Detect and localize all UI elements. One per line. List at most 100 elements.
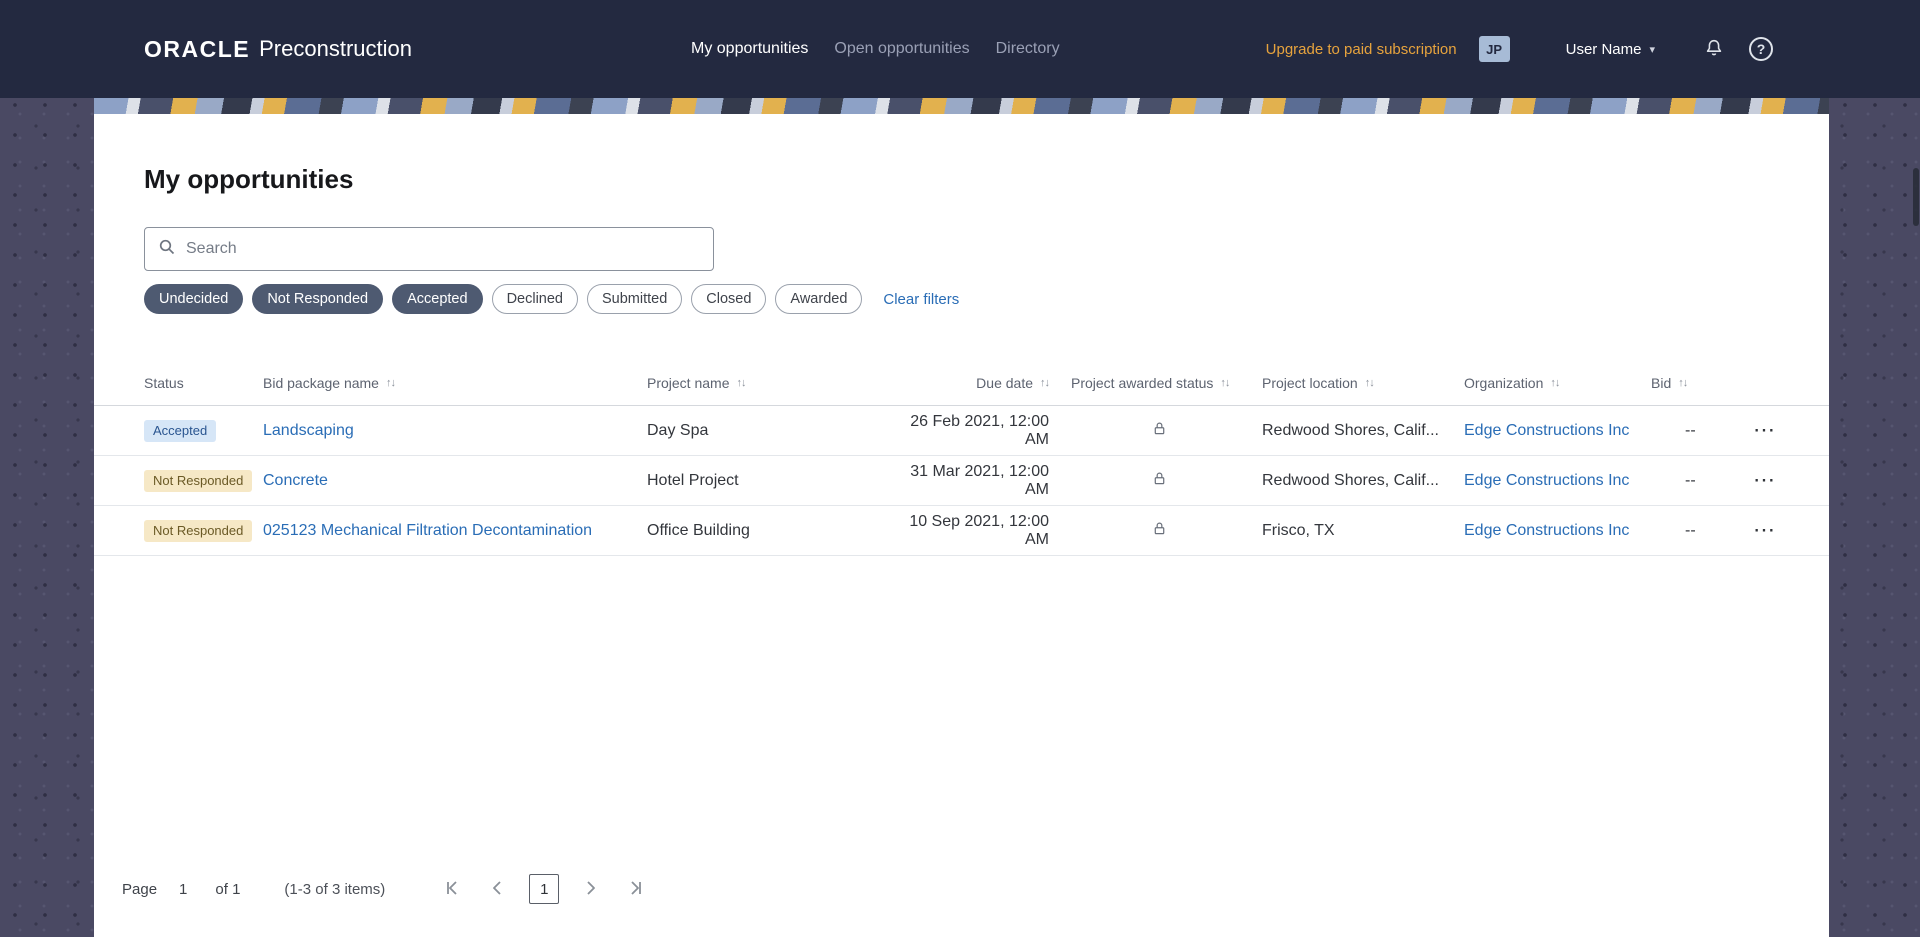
bid-cell: --	[1685, 421, 1696, 439]
row-actions-cell: ⋯	[1753, 419, 1829, 442]
project-awarded-status-cell	[1057, 421, 1262, 441]
bid-package-link[interactable]: Concrete	[263, 472, 328, 489]
lock-icon	[1152, 521, 1167, 541]
bid-cell: --	[1685, 521, 1696, 539]
page-of-label: of 1	[215, 880, 241, 898]
bid-package-link[interactable]: Landscaping	[263, 422, 354, 439]
project-name-cell: Day Spa	[647, 421, 709, 439]
notifications-button[interactable]	[1703, 37, 1725, 62]
lock-icon	[1152, 471, 1167, 491]
upgrade-subscription-link[interactable]: Upgrade to paid subscription	[1266, 41, 1457, 58]
content-card: My opportunities Undecided Not Responded…	[94, 98, 1829, 937]
last-page-button[interactable]	[627, 879, 645, 900]
avatar[interactable]: JP	[1478, 36, 1510, 62]
column-header-project-awarded-status[interactable]: Project awarded status ↑↓	[1057, 375, 1262, 391]
column-header-project-location[interactable]: Project location ↑↓	[1262, 375, 1464, 391]
clear-filters-link[interactable]: Clear filters	[883, 291, 959, 308]
project-name-cell: Office Building	[647, 521, 750, 539]
organization-cell: Edge Constructions Inc	[1464, 472, 1651, 490]
row-actions-cell: ⋯	[1753, 469, 1829, 492]
lock-icon	[1152, 421, 1167, 441]
status-cell: Not Responded	[144, 469, 263, 492]
filter-chip-undecided[interactable]: Undecided	[144, 284, 244, 314]
table-row: Not Responded Concrete Hotel Project 31 …	[94, 456, 1829, 506]
items-summary: (1-3 of 3 items)	[284, 880, 386, 898]
column-header-bid-package-name[interactable]: Bid package name ↑↓	[263, 375, 647, 391]
project-awarded-status-cell	[1057, 471, 1262, 491]
row-menu-button[interactable]: ⋯	[1753, 419, 1775, 441]
first-page-icon	[443, 879, 461, 900]
bid-package-cell: Landscaping	[263, 422, 647, 440]
column-header-bid[interactable]: Bid ↑↓	[1651, 375, 1753, 391]
next-page-button[interactable]	[581, 879, 599, 900]
sort-icon[interactable]: ↑↓	[386, 377, 396, 389]
filter-chip-awarded[interactable]: Awarded	[775, 284, 863, 314]
page-header-area: My opportunities Undecided Not Responded…	[94, 164, 1829, 314]
bell-icon	[1703, 37, 1725, 62]
status-badge: Not Responded	[144, 469, 253, 492]
filter-chip-declined[interactable]: Declined	[491, 284, 578, 314]
help-button[interactable]: ?	[1749, 37, 1773, 61]
table-row: Accepted Landscaping Day Spa 26 Feb 2021…	[94, 406, 1829, 456]
row-menu-button[interactable]: ⋯	[1753, 519, 1775, 541]
status-cell: Accepted	[144, 419, 263, 442]
row-menu-button[interactable]: ⋯	[1753, 469, 1775, 491]
table-header-row: Status Bid package name ↑↓ Project name …	[94, 360, 1829, 406]
header-actions: Upgrade to paid subscription JP User Nam…	[1266, 0, 1773, 98]
search-icon	[158, 238, 176, 261]
filter-chip-not-responded[interactable]: Not Responded	[252, 284, 384, 314]
sort-icon[interactable]: ↑↓	[1220, 377, 1230, 389]
page-title: My opportunities	[144, 164, 354, 194]
project-name-cell: Hotel Project	[647, 471, 739, 489]
organization-link[interactable]: Edge Constructions Inc	[1464, 522, 1629, 539]
opportunities-table: Status Bid package name ↑↓ Project name …	[94, 360, 1829, 556]
scrollbar[interactable]	[1913, 168, 1919, 226]
column-header-organization[interactable]: Organization ↑↓	[1464, 375, 1651, 391]
sort-icon[interactable]: ↑↓	[736, 377, 746, 389]
previous-page-icon	[489, 879, 507, 900]
search-box	[144, 227, 714, 271]
column-header-due-date[interactable]: Due date ↑↓	[887, 375, 1057, 391]
due-date-cell: 31 Mar 2021, 12:00 AM	[910, 462, 1049, 498]
help-icon: ?	[1749, 37, 1773, 61]
page-label: Page	[122, 880, 158, 898]
due-date-cell: 10 Sep 2021, 12:00 AM	[909, 512, 1049, 548]
pagination-bar: Page 1 of 1 (1-3 of 3 items) 1	[122, 874, 645, 904]
oracle-logo[interactable]: ORACLE Preconstruction	[144, 0, 412, 98]
bid-package-cell: Concrete	[263, 472, 647, 490]
bid-package-link[interactable]: 025123 Mechanical Filtration Decontamina…	[263, 522, 592, 539]
nav-directory[interactable]: Directory	[996, 40, 1060, 58]
organization-link[interactable]: Edge Constructions Inc	[1464, 472, 1629, 489]
primary-nav: My opportunities Open opportunities Dire…	[691, 0, 1060, 98]
user-menu[interactable]: User Name ▾	[1566, 41, 1655, 58]
organization-cell: Edge Constructions Inc	[1464, 522, 1651, 540]
table-row: Not Responded 025123 Mechanical Filtrati…	[94, 506, 1829, 556]
filter-chip-closed[interactable]: Closed	[691, 284, 767, 314]
nav-open-opportunities[interactable]: Open opportunities	[834, 40, 969, 58]
sort-icon[interactable]: ↑↓	[1365, 377, 1375, 389]
previous-page-button[interactable]	[489, 879, 507, 900]
filter-chip-accepted[interactable]: Accepted	[392, 284, 483, 314]
bid-package-cell: 025123 Mechanical Filtration Decontamina…	[263, 522, 647, 540]
status-badge: Not Responded	[144, 519, 253, 542]
column-header-project-name[interactable]: Project name ↑↓	[647, 375, 887, 391]
chevron-down-icon: ▾	[1649, 43, 1655, 56]
first-page-button[interactable]	[443, 879, 461, 900]
nav-my-opportunities[interactable]: My opportunities	[691, 40, 808, 58]
sort-icon[interactable]: ↑↓	[1678, 377, 1688, 389]
user-name-label: User Name	[1565, 40, 1642, 58]
status-cell: Not Responded	[144, 519, 263, 542]
brand-product: Preconstruction	[259, 36, 412, 61]
organization-link[interactable]: Edge Constructions Inc	[1464, 422, 1629, 439]
status-badge: Accepted	[144, 419, 217, 442]
last-page-icon	[627, 879, 645, 900]
top-navigation-bar: ORACLE Preconstruction My opportunities …	[0, 0, 1920, 98]
filter-chip-submitted[interactable]: Submitted	[586, 284, 683, 314]
page-number: 1	[179, 880, 188, 898]
page-1-button[interactable]: 1	[529, 874, 560, 904]
sort-icon[interactable]: ↑↓	[1040, 377, 1050, 389]
search-input[interactable]	[186, 240, 700, 258]
sort-icon[interactable]: ↑↓	[1550, 377, 1560, 389]
project-awarded-status-cell	[1057, 521, 1262, 541]
filter-chip-row: Undecided Not Responded Accepted Decline…	[144, 284, 1779, 314]
